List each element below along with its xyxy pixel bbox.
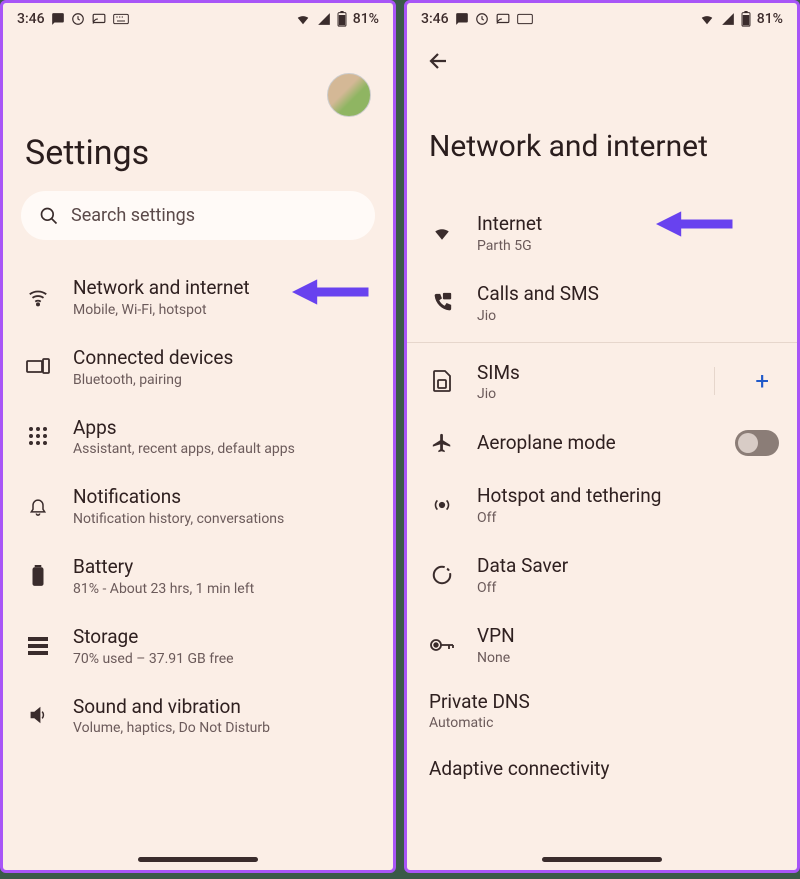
datasaver-icon [429, 564, 455, 586]
nav-handle[interactable] [138, 857, 258, 862]
row-title: Data Saver [477, 554, 779, 578]
row-sub: Jio [477, 308, 779, 324]
search-icon [39, 206, 59, 226]
row-internet[interactable]: Internet Parth 5G [407, 198, 797, 268]
chat-icon [455, 12, 469, 26]
apps-icon [25, 426, 51, 446]
battery-percent: 81% [353, 11, 379, 27]
row-aeroplane[interactable]: Aeroplane mode [407, 416, 797, 470]
row-sub: Off [477, 510, 779, 526]
row-title: Aeroplane mode [477, 431, 713, 455]
sound-icon [25, 705, 51, 725]
search-placeholder: Search settings [71, 205, 195, 226]
nav-handle[interactable] [542, 857, 662, 862]
row-title: Hotspot and tethering [477, 484, 779, 508]
row-datasaver[interactable]: Data Saver Off [407, 540, 797, 610]
row-sub: 70% used – 37.91 GB free [73, 651, 375, 667]
phone-msg-icon [429, 292, 455, 314]
back-button[interactable] [425, 47, 453, 75]
row-sub: Mobile, Wi-Fi, hotspot [73, 302, 375, 318]
settings-phone: 3:46 81% [0, 0, 396, 873]
page-title: Network and internet [407, 89, 797, 194]
clock: 3:46 [421, 11, 449, 27]
network-phone: 3:46 81% Network and internet Internet P… [404, 0, 800, 873]
row-title: Sound and vibration [73, 695, 375, 719]
row-calls-sms[interactable]: Calls and SMS Jio [407, 268, 797, 338]
sync-icon [475, 12, 489, 26]
wifi-icon [25, 286, 51, 308]
row-storage[interactable]: Storage 70% used – 37.91 GB free [3, 611, 393, 681]
airplane-icon [429, 432, 455, 454]
private-dns-sub: Automatic [407, 713, 797, 743]
row-vpn[interactable]: VPN None [407, 610, 797, 680]
battery-icon [337, 11, 347, 27]
row-notifications[interactable]: Notifications Notification history, conv… [3, 471, 393, 541]
page-title: Settings [3, 117, 393, 191]
row-sub: Notification history, conversations [73, 511, 375, 527]
sim-icon [429, 370, 455, 392]
row-sub: Jio [477, 386, 684, 402]
row-title: Internet [477, 212, 779, 236]
settings-list: Network and internet Mobile, Wi-Fi, hots… [3, 258, 393, 754]
divider [714, 367, 715, 395]
status-bar: 3:46 81% [3, 3, 393, 33]
row-sub: Volume, haptics, Do Not Disturb [73, 720, 375, 736]
row-sub: Parth 5G [477, 238, 779, 254]
wifi-icon [699, 12, 715, 26]
clock: 3:46 [17, 11, 45, 27]
network-list: Internet Parth 5G Calls and SMS Jio [407, 194, 797, 784]
row-title: Battery [73, 555, 375, 579]
row-sims[interactable]: SIMs Jio + [407, 347, 797, 417]
cast-icon [91, 12, 107, 26]
back-row [407, 33, 797, 89]
status-bar: 3:46 81% [407, 3, 797, 33]
cast-icon [495, 12, 511, 26]
row-title: SIMs [477, 361, 684, 385]
row-title: Storage [73, 625, 375, 649]
row-battery[interactable]: Battery 81% - About 23 hrs, 1 min left [3, 541, 393, 611]
header [3, 33, 393, 117]
row-title: Calls and SMS [477, 282, 779, 306]
row-network-internet[interactable]: Network and internet Mobile, Wi-Fi, hots… [3, 262, 393, 332]
row-sub: 81% - About 23 hrs, 1 min left [73, 581, 375, 597]
keyboard-icon [113, 13, 129, 25]
row-sound[interactable]: Sound and vibration Volume, haptics, Do … [3, 681, 393, 751]
sync-icon [71, 12, 85, 26]
devices-icon [25, 358, 51, 376]
row-title: Network and internet [73, 276, 375, 300]
hotspot-icon [429, 494, 455, 516]
vpn-key-icon [429, 638, 455, 652]
battery-percent: 81% [757, 11, 783, 27]
aeroplane-toggle[interactable] [735, 430, 779, 456]
divider [407, 342, 797, 343]
row-sub: Bluetooth, pairing [73, 372, 375, 388]
avatar[interactable] [327, 73, 371, 117]
chat-icon [51, 12, 65, 26]
private-dns-title[interactable]: Private DNS [407, 680, 797, 713]
battery-icon [741, 11, 751, 27]
adaptive-title[interactable]: Adaptive connectivity [407, 743, 797, 780]
row-connected-devices[interactable]: Connected devices Bluetooth, pairing [3, 332, 393, 402]
bell-icon [25, 495, 51, 517]
add-sim-button[interactable]: + [745, 367, 779, 395]
row-sub: None [477, 650, 779, 666]
signal-icon [317, 12, 331, 26]
wifi-icon [295, 12, 311, 26]
search-bar[interactable]: Search settings [21, 191, 375, 240]
keyboard-icon [517, 13, 533, 25]
battery-icon [25, 565, 51, 587]
row-hotspot[interactable]: Hotspot and tethering Off [407, 470, 797, 540]
row-apps[interactable]: Apps Assistant, recent apps, default app… [3, 402, 393, 472]
row-title: Notifications [73, 485, 375, 509]
storage-icon [25, 637, 51, 655]
row-sub: Off [477, 580, 779, 596]
row-sub: Assistant, recent apps, default apps [73, 441, 375, 457]
row-title: VPN [477, 624, 779, 648]
wifi-filled-icon [429, 224, 455, 242]
signal-icon [721, 12, 735, 26]
row-title: Apps [73, 416, 375, 440]
row-title: Connected devices [73, 346, 375, 370]
